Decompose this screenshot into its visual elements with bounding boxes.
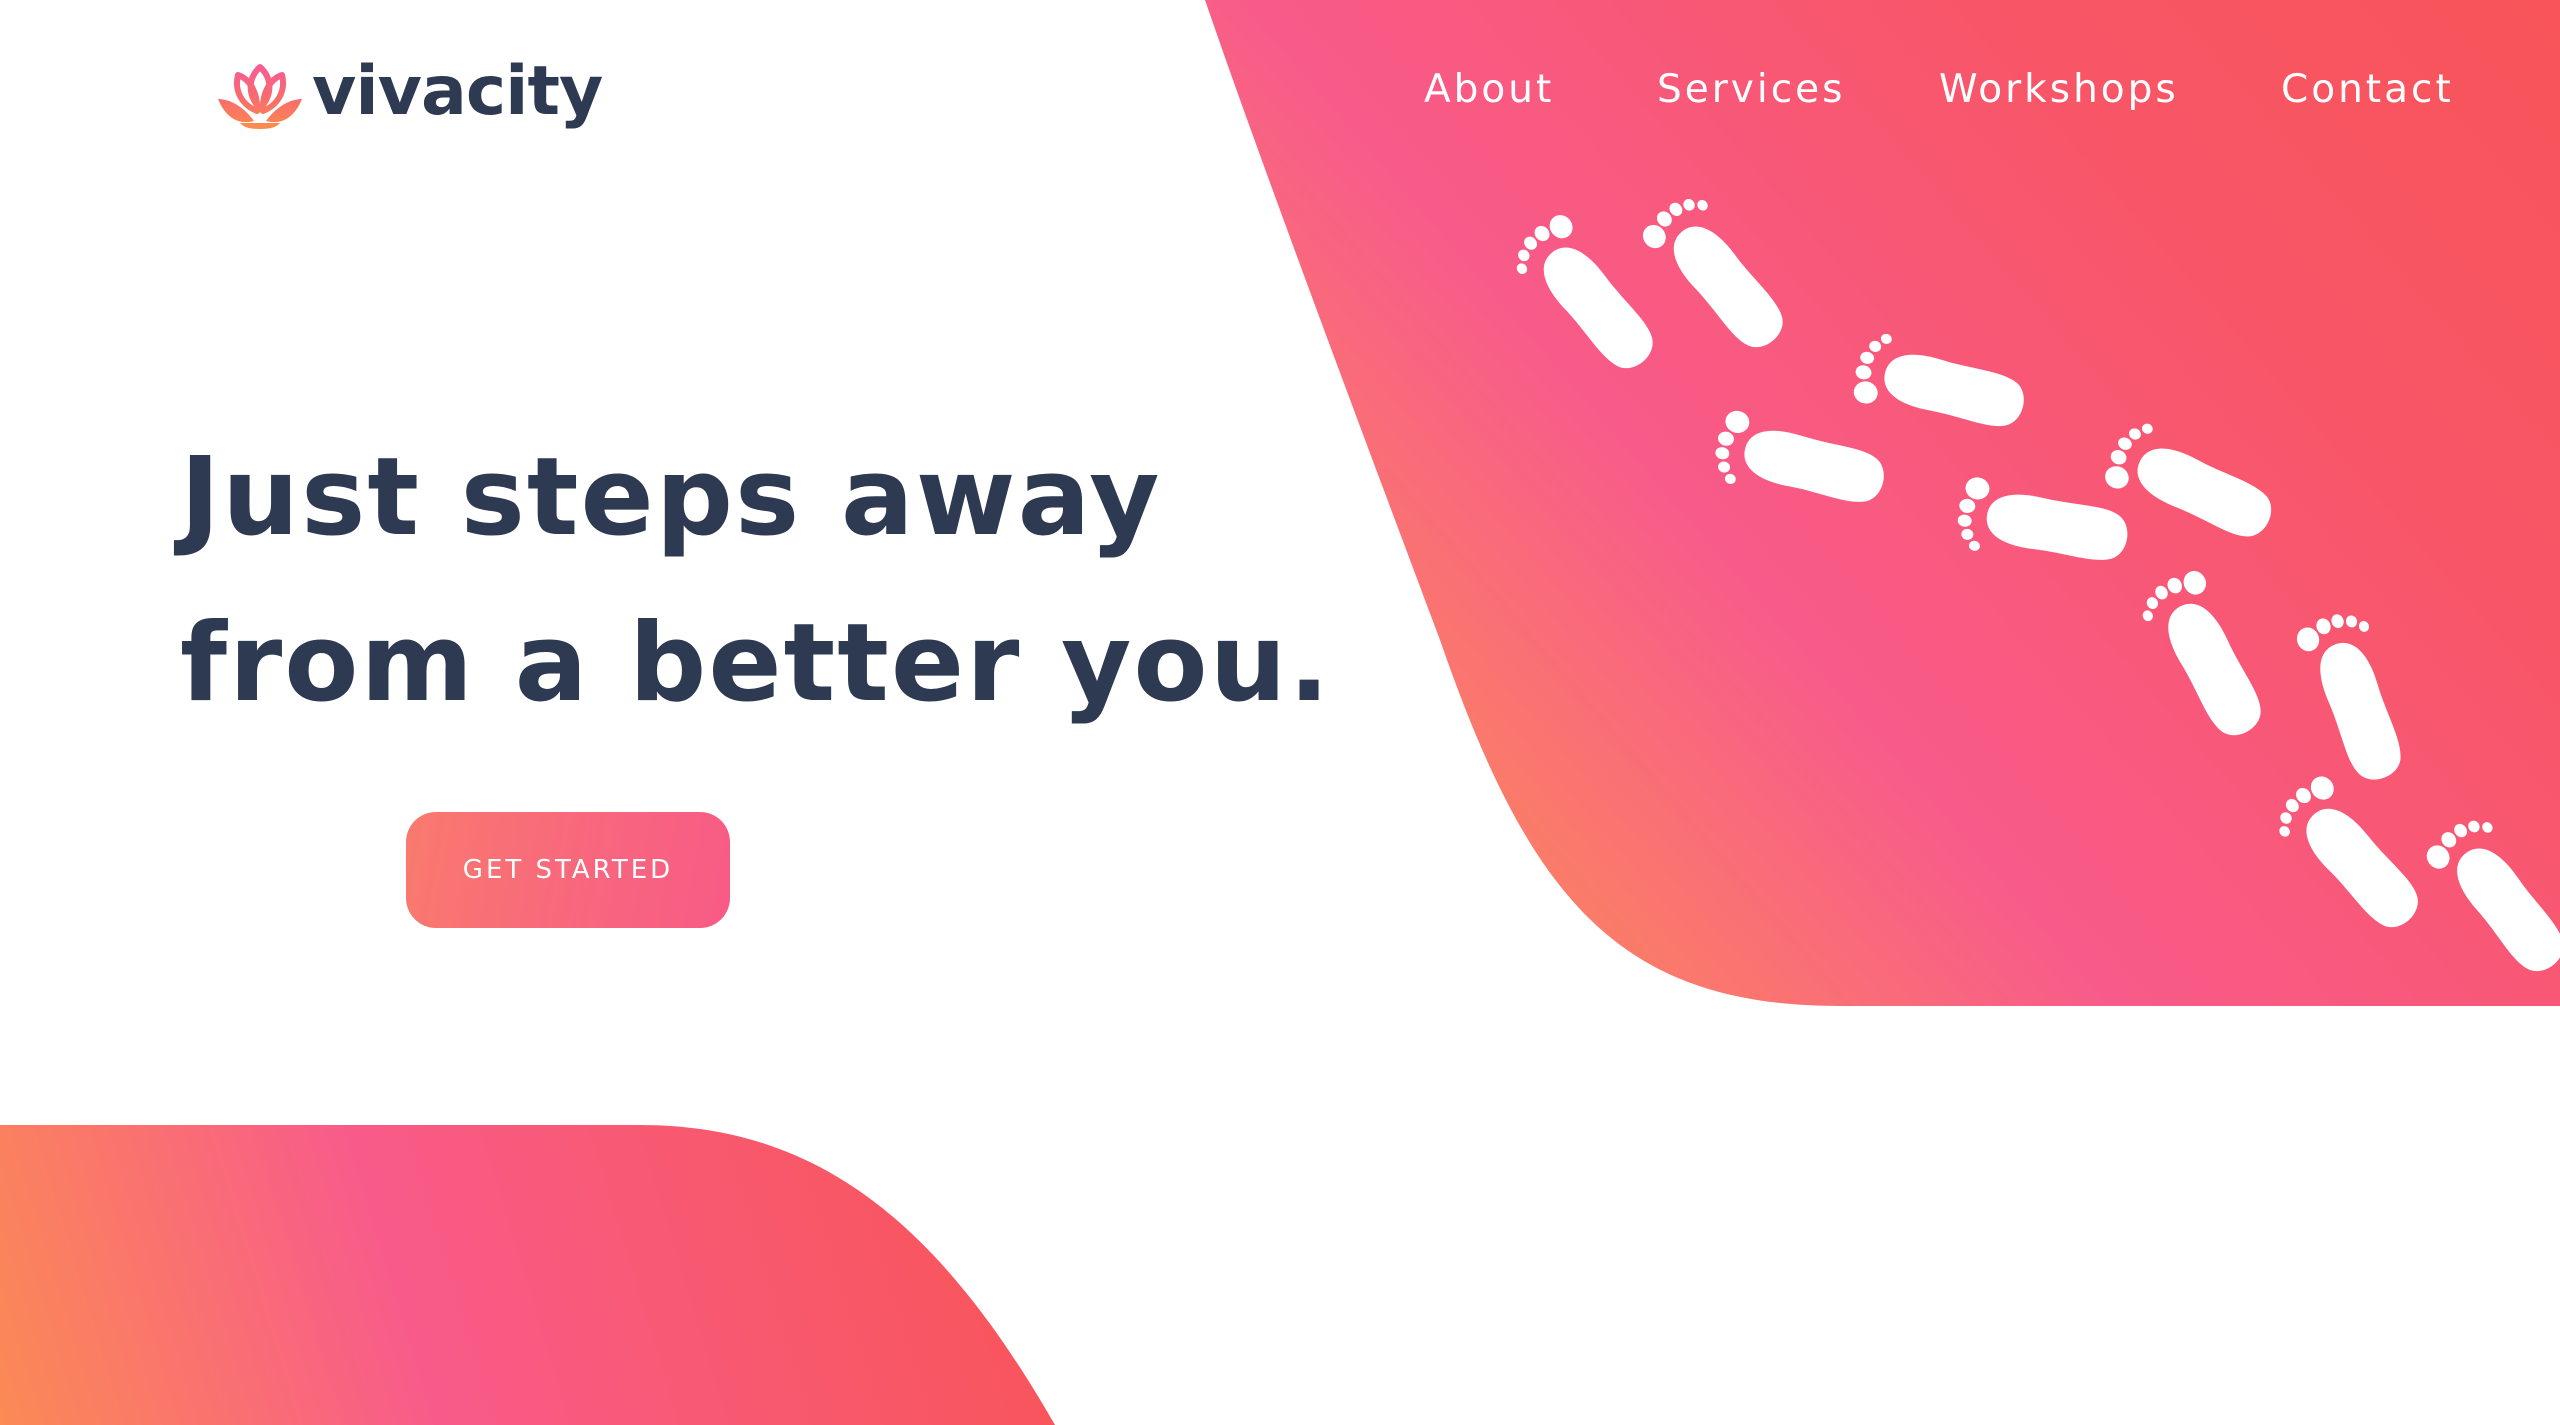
- nav-services[interactable]: Services: [1657, 60, 1845, 120]
- nav-workshops[interactable]: Workshops: [1939, 60, 2179, 120]
- hero-title-line-1: Just steps away: [180, 435, 1162, 560]
- nav-about[interactable]: About: [1424, 60, 1554, 120]
- main-nav: About Services Workshops Contact: [0, 60, 2560, 120]
- hero-title-line-2: from a better you.: [180, 601, 1332, 726]
- landing-page: vivacity About Services Workshops Contac…: [0, 0, 2560, 1425]
- bottom-gradient-shape: [0, 1125, 1055, 1425]
- hero-title: Just steps away from a better you.: [180, 415, 1332, 747]
- nav-contact[interactable]: Contact: [2281, 60, 2454, 120]
- get-started-button[interactable]: GET STARTED: [406, 812, 730, 928]
